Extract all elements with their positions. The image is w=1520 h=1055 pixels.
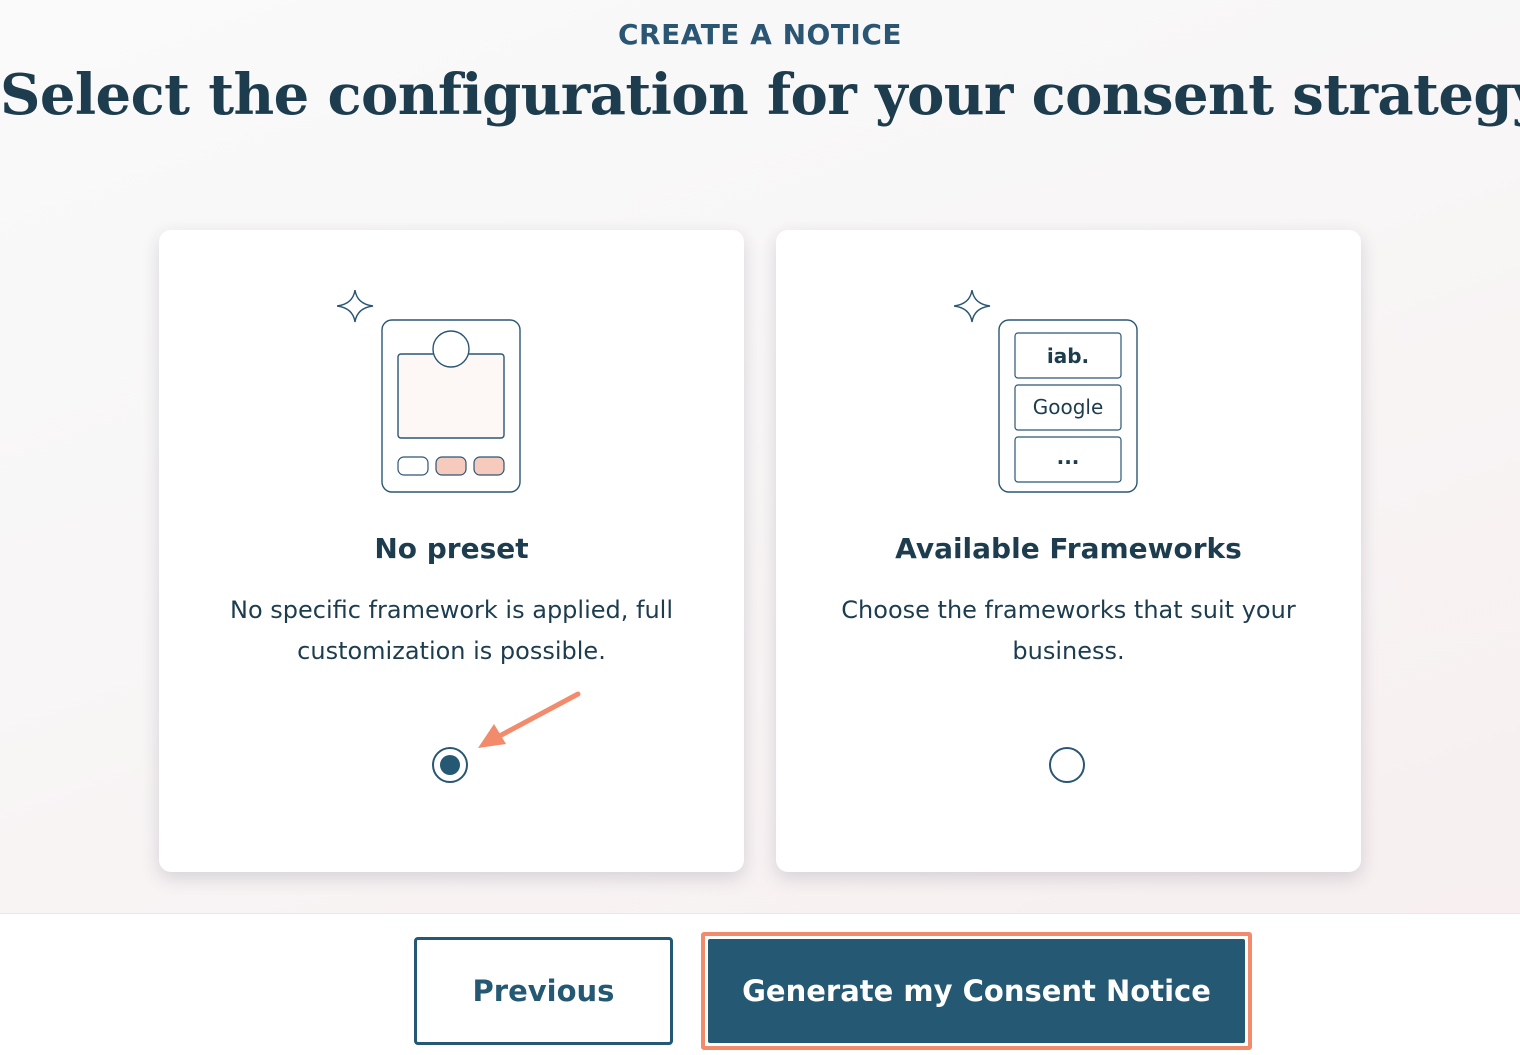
previous-button[interactable]: Previous [414,937,673,1045]
option-card-available-frameworks[interactable]: iab. Google ... Available Frameworks Cho… [776,230,1361,872]
framework-iab-label: iab. [1047,344,1089,368]
generate-consent-notice-button[interactable]: Generate my Consent Notice [708,939,1245,1043]
configuration-panel: CREATE A NOTICE Select the configuration… [0,0,1520,914]
option-description: Choose the frameworks that suit your bus… [841,596,1296,665]
no-preset-illustration [337,290,521,493]
option-title: No preset [374,532,529,565]
framework-more-label: ... [1057,445,1080,469]
sparkle-icon [337,290,374,323]
option-title: Available Frameworks [895,532,1242,565]
sparkle-icon [954,290,991,323]
framework-google-label: Google [1033,395,1104,419]
option-card-no-preset[interactable]: No preset No specific framework is appli… [159,230,744,872]
option-description: No specific framework is applied, full c… [229,596,673,665]
no-preset-radio[interactable] [432,747,468,783]
arrow-annotation-icon [478,691,581,748]
frameworks-illustration: iab. Google ... [954,290,1138,493]
page-title: Select the configuration for your consen… [0,62,1520,128]
page-eyebrow: CREATE A NOTICE [617,18,903,51]
available-frameworks-radio[interactable] [1049,747,1085,783]
